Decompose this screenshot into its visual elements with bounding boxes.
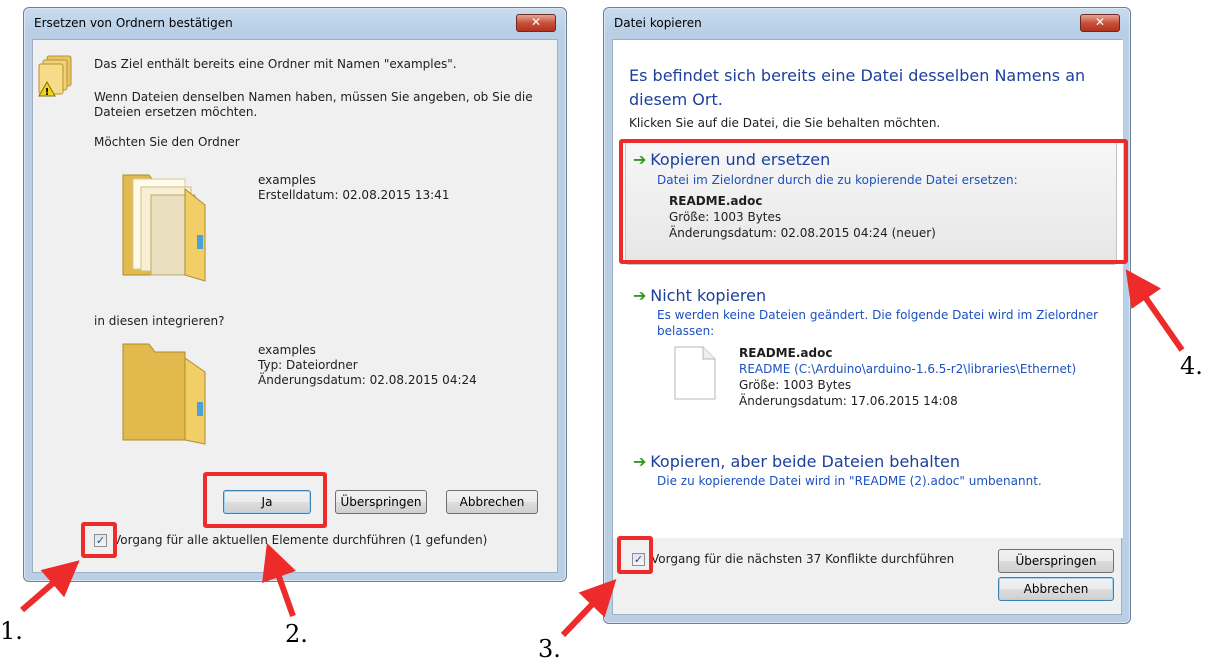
- arrow-1: [20, 560, 80, 613]
- annotation-marker-1: 1.: [0, 617, 23, 645]
- annotation-marker-2: 2.: [285, 620, 308, 648]
- arrow-2: [262, 543, 297, 618]
- annotation-marker-3: 3.: [538, 635, 561, 663]
- arrow-4: [1125, 269, 1185, 352]
- arrow-3: [560, 578, 617, 638]
- annotation-arrows: [20, 269, 1185, 638]
- annotation-marker-4: 4.: [1180, 352, 1203, 380]
